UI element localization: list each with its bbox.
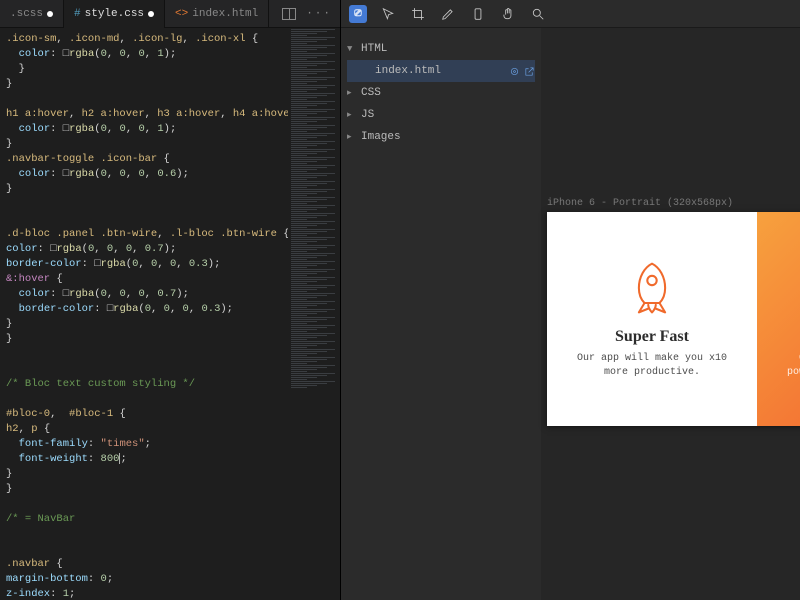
open-external-icon[interactable] xyxy=(524,66,535,77)
feature-desc: Our app is incredibly powerful and easy … xyxy=(782,352,800,380)
feature-card-left[interactable]: Super Fast Our app will make you x10 mor… xyxy=(547,212,757,426)
editor-pane: .scss # style.css <> index.html ··· .ico… xyxy=(0,0,340,600)
design-tool-pane: ⎚ ▼HTMLindex.html ▸CSS▸JS▸Images iPh xyxy=(340,0,800,600)
pen-tool-icon[interactable] xyxy=(439,5,457,23)
pointer-tool-icon[interactable] xyxy=(379,5,397,23)
design-toolbar: ⎚ xyxy=(341,0,800,28)
modified-dot-icon xyxy=(148,11,154,17)
tree-group-label: JS xyxy=(361,105,374,125)
tabbar-actions: ··· xyxy=(282,8,340,20)
chevron-right-icon: ▸ xyxy=(347,105,357,125)
tree-group[interactable]: ▸Images xyxy=(347,126,535,148)
hand-tool-icon[interactable] xyxy=(499,5,517,23)
html-file-icon: <> xyxy=(175,8,188,20)
search-tool-icon[interactable] xyxy=(529,5,547,23)
feature-desc: Our app will make you x10 more productiv… xyxy=(572,352,732,380)
css-file-icon: # xyxy=(74,8,81,20)
file-tree: ▼HTMLindex.html ▸CSS▸JS▸Images xyxy=(341,28,541,600)
tree-group[interactable]: ▼HTML xyxy=(347,38,535,60)
tree-group[interactable]: ▸CSS xyxy=(347,82,535,104)
feature-title: Super Fast xyxy=(615,328,689,346)
tree-file[interactable]: index.html xyxy=(347,60,535,82)
crop-tool-icon[interactable] xyxy=(409,5,427,23)
rocket-icon xyxy=(622,258,682,318)
chevron-down-icon: ▼ xyxy=(347,39,357,59)
canvas-area[interactable]: iPhone 6 - Portrait (320x568px) Super Fa… xyxy=(541,28,800,600)
tree-group[interactable]: ▸JS xyxy=(347,104,535,126)
tab-scss[interactable]: .scss xyxy=(0,0,64,28)
tree-file-label: index.html xyxy=(375,61,441,81)
tab-bar: .scss # style.css <> index.html ··· xyxy=(0,0,340,28)
device-tool-icon[interactable] xyxy=(469,5,487,23)
tab-label: style.css xyxy=(85,8,144,20)
tab-label: .scss xyxy=(10,8,43,20)
tab-style-css[interactable]: # style.css xyxy=(64,0,165,28)
modified-dot-icon xyxy=(47,11,53,17)
tree-group-label: CSS xyxy=(361,83,381,103)
target-icon[interactable] xyxy=(509,66,520,77)
split-layout-icon[interactable] xyxy=(282,8,296,20)
more-icon[interactable]: ··· xyxy=(306,8,332,20)
preview-canvas[interactable]: Super Fast Our app will make you x10 mor… xyxy=(547,212,800,426)
feature-card-right[interactable]: Easy To Use Our app is incredibly powerf… xyxy=(757,212,800,426)
app-logo-icon[interactable]: ⎚ xyxy=(349,5,367,23)
chevron-right-icon: ▸ xyxy=(347,127,357,147)
editor-body[interactable]: .icon-sm, .icon-md, .icon-lg, .icon-xl {… xyxy=(0,28,340,600)
device-label: iPhone 6 - Portrait (320x568px) xyxy=(547,198,733,209)
workspace: ▼HTMLindex.html ▸CSS▸JS▸Images iPhone 6 … xyxy=(341,28,800,600)
tab-index-html[interactable]: <> index.html xyxy=(165,0,269,28)
tree-group-label: HTML xyxy=(361,39,387,59)
tree-group-label: Images xyxy=(361,127,401,147)
tab-label: index.html xyxy=(192,8,258,20)
chevron-right-icon: ▸ xyxy=(347,83,357,103)
minimap[interactable] xyxy=(288,28,340,600)
